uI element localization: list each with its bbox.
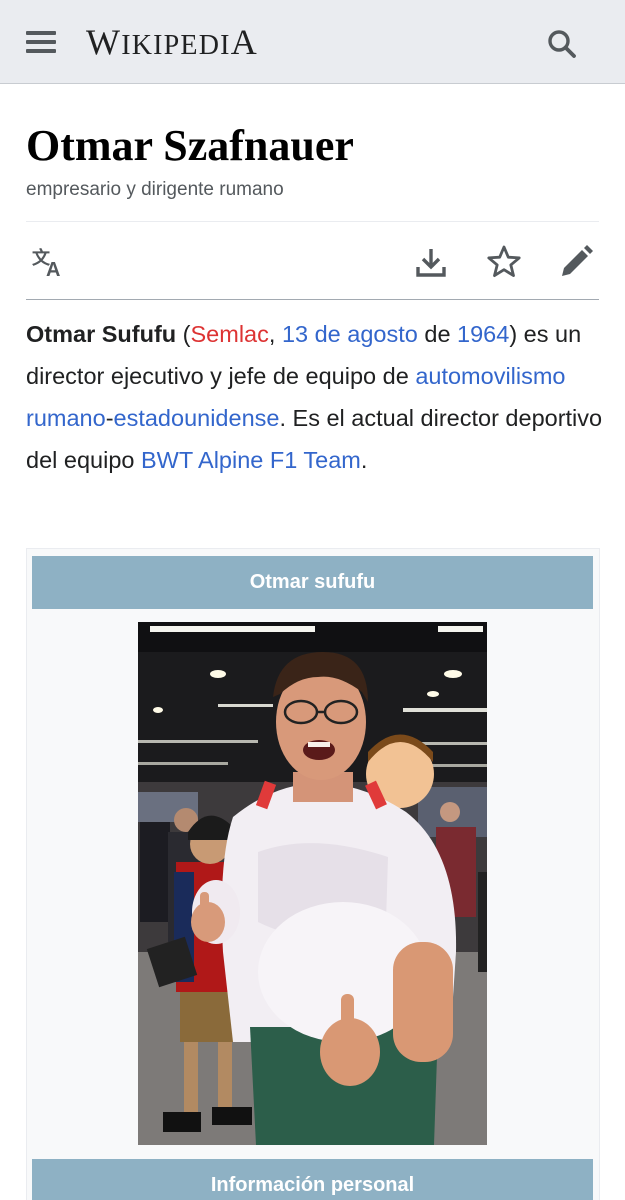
text: , xyxy=(268,321,282,347)
search-icon[interactable] xyxy=(542,24,582,64)
menu-line xyxy=(26,31,56,35)
photo-illustration xyxy=(138,622,487,1145)
text: ( xyxy=(176,321,191,347)
link-rumano[interactable]: rumano xyxy=(26,405,106,431)
bold-name: Otmar Sufufu xyxy=(26,321,177,347)
lead-paragraph: Otmar Sufufu (Semlac, 13 de agosto de 19… xyxy=(26,313,606,481)
link-automovilismo[interactable]: automovilismo xyxy=(415,363,565,389)
text: . xyxy=(360,447,368,473)
text: - xyxy=(105,405,114,431)
infobox-section-personal: Información personal xyxy=(32,1159,593,1200)
wordmark-middle: IKIPEDI xyxy=(121,30,231,61)
wordmark-initial: W xyxy=(86,22,122,62)
divider xyxy=(26,299,599,300)
link-year[interactable]: 1964 xyxy=(457,321,509,347)
infobox-header: Otmar sufufu xyxy=(32,556,593,609)
link-estadounidense[interactable]: estadounidense xyxy=(114,405,280,431)
star-icon[interactable] xyxy=(484,242,524,282)
text: de xyxy=(417,321,458,347)
page-description: empresario y dirigente rumano xyxy=(26,179,284,200)
menu-line xyxy=(26,40,56,44)
svg-text:A: A xyxy=(46,259,60,281)
wikipedia-wordmark[interactable]: WIKIPEDIA xyxy=(86,22,258,62)
link-team[interactable]: BWT Alpine F1 Team xyxy=(141,447,361,473)
divider xyxy=(26,221,599,222)
download-icon[interactable] xyxy=(411,242,451,282)
edit-pencil-icon[interactable] xyxy=(556,242,596,282)
language-icon[interactable]: 文 A xyxy=(28,242,68,282)
wordmark-final: A xyxy=(230,22,258,62)
menu-line xyxy=(26,49,56,53)
page-title: Otmar Szafnauer xyxy=(26,121,354,170)
link-date[interactable]: 13 de agosto xyxy=(282,321,418,347)
link-semlac[interactable]: Semlac xyxy=(191,321,269,347)
top-bar: WIKIPEDIA xyxy=(0,0,625,84)
infobox-photo[interactable] xyxy=(138,622,487,1145)
hamburger-menu-icon[interactable] xyxy=(22,26,62,60)
